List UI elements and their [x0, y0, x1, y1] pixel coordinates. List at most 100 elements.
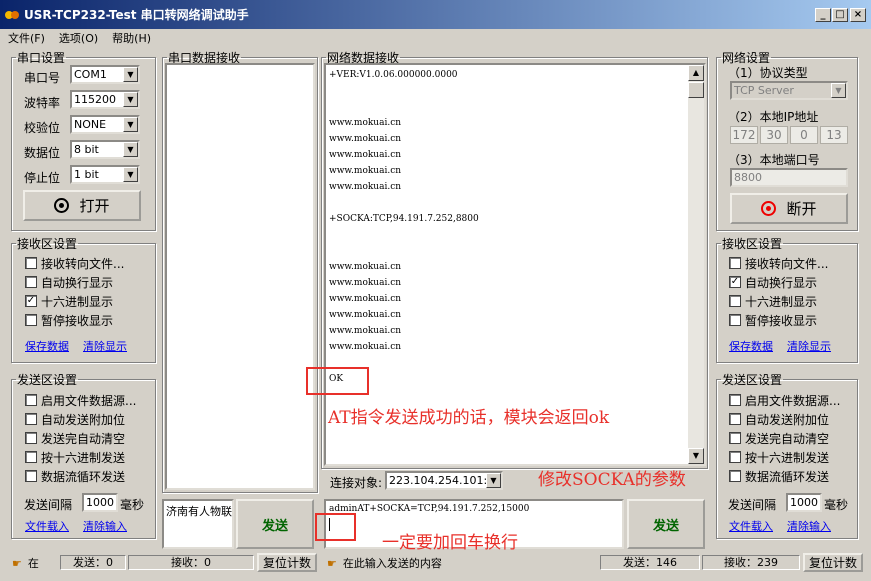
minimize-button[interactable]: _: [815, 8, 831, 22]
right-receive-checkbox-1[interactable]: ✓ 自动换行显示: [729, 274, 817, 290]
ip-octet-3[interactable]: 0: [790, 126, 818, 144]
net-send-button[interactable]: 发送: [627, 499, 705, 549]
left-receive-checkbox-2[interactable]: ✓ 十六进制显示: [25, 293, 113, 309]
net-receive-line: www.mokuai.cn: [329, 310, 402, 320]
left-interval-input[interactable]: 1000: [82, 493, 118, 512]
right-send-checkbox-label: 自动发送附加位: [745, 412, 830, 427]
net-receive-line: www.mokuai.cn: [329, 294, 402, 304]
local-port-label: （3）本地端口号: [728, 153, 820, 167]
left-send-checkbox-label: 按十六进制发送: [41, 450, 126, 465]
checkbox-icon[interactable]: [25, 314, 37, 326]
ip-octet-4[interactable]: 13: [820, 126, 848, 144]
open-port-button[interactable]: 打开: [23, 190, 141, 221]
right-save-data-link[interactable]: 保存数据: [729, 338, 773, 354]
right-receive-checkbox-0[interactable]: 接收转向文件...: [729, 255, 828, 271]
left-clear-display-link[interactable]: 清除显示: [83, 338, 127, 354]
scroll-down-icon[interactable]: ▼: [688, 448, 704, 464]
ip-octet-2[interactable]: 30: [760, 126, 788, 144]
left-recv-count: 接收：0: [128, 555, 254, 570]
connect-select[interactable]: 223.104.254.101:43 ▼: [385, 471, 503, 490]
connect-value: 223.104.254.101:43: [389, 474, 502, 487]
left-send-checkbox-0[interactable]: 启用文件数据源...: [25, 392, 136, 408]
left-reset-count-button[interactable]: 复位计数: [257, 553, 317, 572]
serial-send-button[interactable]: 发送: [236, 499, 314, 549]
left-receive-checkbox-0[interactable]: 接收转向文件...: [25, 255, 124, 271]
checkbox-icon[interactable]: [25, 276, 37, 288]
net-receive-line: www.mokuai.cn: [329, 326, 402, 336]
left-save-data-link[interactable]: 保存数据: [25, 338, 69, 354]
checkbox-icon[interactable]: [729, 295, 741, 307]
right-file-load-link[interactable]: 文件载入: [729, 518, 773, 534]
checkbox-icon[interactable]: [25, 413, 37, 425]
checkbox-icon[interactable]: [25, 432, 37, 444]
menu-help[interactable]: 帮助(H): [112, 30, 151, 46]
stopbits-select[interactable]: 1 bit ▼: [70, 165, 140, 184]
ip-octet-1[interactable]: 172: [730, 126, 758, 144]
baud-value: 115200: [74, 93, 116, 106]
databits-select[interactable]: 8 bit ▼: [70, 140, 140, 159]
right-clear-input-link[interactable]: 清除输入: [787, 518, 831, 534]
chevron-down-icon: ▼: [123, 142, 138, 157]
right-receive-checkbox-2[interactable]: 十六进制显示: [729, 293, 817, 309]
checkbox-icon[interactable]: [729, 451, 741, 463]
net-receive-line: www.mokuai.cn: [329, 342, 402, 352]
port-select[interactable]: COM1 ▼: [70, 65, 140, 84]
checkbox-icon[interactable]: [25, 394, 37, 406]
left-receive-checkbox-3[interactable]: 暂停接收显示: [25, 312, 113, 328]
disconnect-label: 断开: [786, 200, 817, 218]
right-reset-count-button[interactable]: 复位计数: [803, 553, 863, 572]
left-send-checkbox-2[interactable]: 发送完自动清空: [25, 430, 125, 446]
baud-select[interactable]: 115200 ▼: [70, 90, 140, 109]
checkbox-icon[interactable]: [25, 257, 37, 269]
checkbox-icon[interactable]: [25, 470, 37, 482]
left-receive-checkbox-1[interactable]: 自动换行显示: [25, 274, 113, 290]
protocol-select[interactable]: TCP Server ▼: [730, 81, 848, 100]
left-clear-input-link[interactable]: 清除输入: [83, 518, 127, 534]
checkbox-icon[interactable]: [729, 314, 741, 326]
checkbox-icon[interactable]: [729, 394, 741, 406]
left-status: ☛ 在: [12, 554, 39, 572]
right-send-checkbox-4[interactable]: 数据流循环发送: [729, 468, 829, 484]
menu-file[interactable]: 文件(F): [8, 30, 45, 46]
checkbox-icon[interactable]: [25, 451, 37, 463]
net-receive-scrollbar[interactable]: ▲ ▼: [688, 65, 704, 464]
scroll-up-icon[interactable]: ▲: [688, 65, 704, 81]
left-send-checkbox-1[interactable]: 自动发送附加位: [25, 411, 125, 427]
checkbox-icon[interactable]: [729, 432, 741, 444]
right-send-checkbox-2[interactable]: 发送完自动清空: [729, 430, 829, 446]
right-receive-checkbox-3[interactable]: 暂停接收显示: [729, 312, 817, 328]
left-status-text: 在: [27, 557, 39, 570]
checkbox-icon[interactable]: ✓: [729, 276, 741, 288]
left-file-load-link[interactable]: 文件载入: [25, 518, 69, 534]
chevron-down-icon: ▼: [123, 117, 138, 132]
checkbox-icon[interactable]: ✓: [25, 295, 37, 307]
checkbox-icon[interactable]: [729, 413, 741, 425]
right-send-legend: 发送区设置: [722, 373, 783, 387]
checkbox-icon[interactable]: [729, 470, 741, 482]
parity-select[interactable]: NONE ▼: [70, 115, 140, 134]
left-send-checkbox-3[interactable]: 按十六进制发送: [25, 449, 125, 465]
port-label: 串口号: [24, 71, 61, 85]
right-receive-checkbox-label: 十六进制显示: [745, 294, 818, 309]
close-button[interactable]: ×: [850, 8, 866, 22]
maximize-button[interactable]: □: [832, 8, 848, 22]
radio-icon: [761, 201, 777, 216]
right-send-checkbox-0[interactable]: 启用文件数据源...: [729, 392, 840, 408]
right-send-checkbox-1[interactable]: 自动发送附加位: [729, 411, 829, 427]
checkbox-icon[interactable]: [729, 257, 741, 269]
window-title: USR-TCP232-Test 串口转网络调试助手: [24, 8, 249, 22]
local-port-input[interactable]: 8800: [730, 168, 848, 187]
right-receive-checkbox-label: 接收转向文件...: [745, 256, 829, 271]
disconnect-button[interactable]: 断开: [730, 193, 848, 224]
right-recv-count: 接收：239: [702, 555, 800, 570]
scroll-thumb[interactable]: [688, 82, 704, 98]
right-clear-display-link[interactable]: 清除显示: [787, 338, 831, 354]
serial-send-input[interactable]: 济南有人物联: [162, 499, 234, 549]
right-interval-input[interactable]: 1000: [786, 493, 822, 512]
menu-options[interactable]: 选项(O): [59, 30, 98, 46]
right-send-checkbox-3[interactable]: 按十六进制发送: [729, 449, 829, 465]
chevron-down-icon: ▼: [831, 83, 846, 98]
left-send-checkbox-4[interactable]: 数据流循环发送: [25, 468, 125, 484]
serial-receive-textarea[interactable]: [165, 63, 315, 490]
stopbits-label: 停止位: [24, 171, 61, 185]
